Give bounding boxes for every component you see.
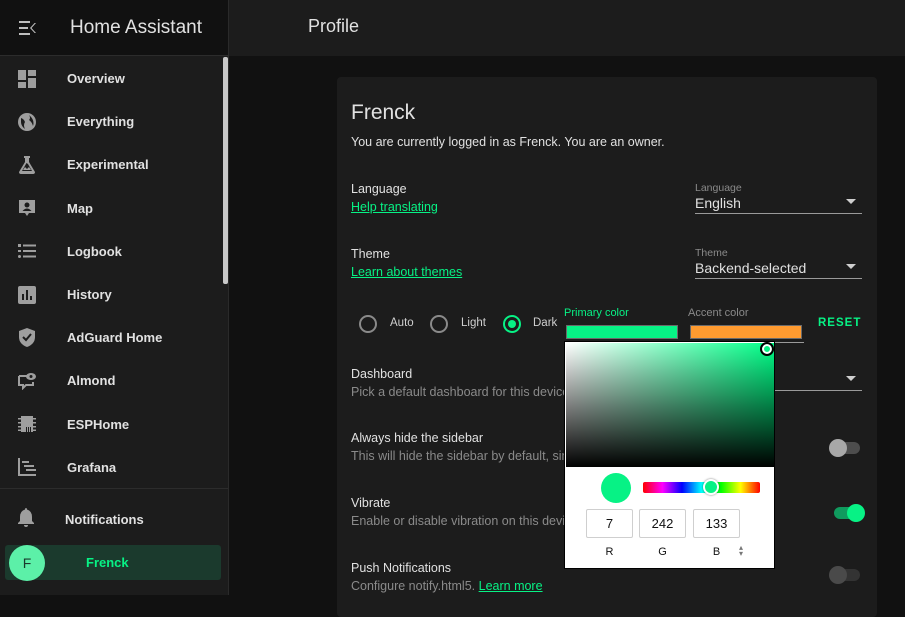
app-title: Home Assistant [70,16,202,38]
color-picker-popup: 7 242 133 R G B ▴ ▾ [564,341,775,569]
blue-input[interactable]: 133 [693,509,740,538]
language-select[interactable]: Language English [695,182,862,214]
color-mode-toggle-icon[interactable]: ▴ ▾ [739,544,743,558]
push-notifications-toggle[interactable] [829,566,863,584]
radio-auto[interactable] [359,315,377,333]
globe-icon [17,112,37,132]
primary-color-label: Primary color [564,307,629,319]
color-preview [601,473,631,503]
theme-select[interactable]: Theme Backend-selected [695,247,862,279]
map-account-icon [17,198,37,218]
sidebar-item-everything[interactable]: Everything [0,100,228,143]
hue-slider-handle[interactable] [703,479,719,495]
theme-select-value: Backend-selected [695,260,807,276]
sidebar-item-label: Map [67,200,93,216]
radio-light[interactable] [430,315,448,333]
sidebar-list: Overview Everything Experimental Map Log… [0,57,228,487]
dropdown-arrow-icon [846,264,856,269]
accent-color-swatch[interactable] [690,325,802,339]
radio-auto-label: Auto [390,317,414,329]
dashboard-icon [17,69,37,89]
sidebar-item-overview[interactable]: Overview [0,57,228,100]
page-title: Profile [308,16,360,36]
theme-label: Theme [351,247,390,261]
sidebar-item-label: Overview [67,71,125,87]
avatar: F [9,544,45,581]
sidebar-item-grafana[interactable]: Grafana [0,446,228,487]
primary-color-swatch[interactable] [566,325,678,339]
red-label: R [605,546,614,558]
shield-check-icon [17,328,37,348]
menu-open-icon [19,20,36,35]
chart-box-icon [17,285,37,305]
list-icon [17,241,37,261]
language-select-label: Language [695,182,742,194]
sidebar-item-experimental[interactable]: Experimental [0,143,228,186]
sidebar-scrollbar[interactable] [223,57,228,284]
push-notifications-desc: Configure notify.html5. Learn more [351,579,543,593]
dropdown-arrow-icon [846,199,856,204]
push-notifications-label: Push Notifications [351,561,452,575]
blue-label: B [712,546,721,558]
sidebar-item-notifications[interactable]: Notifications [0,498,228,541]
sidebar-user-name: Frenck [86,555,129,570]
green-label: G [658,546,667,558]
sidebar-item-label: AdGuard Home [67,330,163,346]
reset-theme-button[interactable]: RESET [818,317,861,329]
user-status-text: You are currently logged in as Frenck. Y… [351,135,665,149]
sidebar-header: Home Assistant [0,0,228,56]
sidebar-item-history[interactable]: History [0,273,228,316]
sidebar-item-label: History [67,287,112,303]
bell-icon [17,507,35,532]
top-app-bar: Profile [229,0,905,56]
green-input[interactable]: 242 [639,509,686,538]
sidebar: Home Assistant Overview Everything Exper… [0,0,229,595]
dashboard-label: Dashboard [351,367,413,381]
sidebar-item-label: Notifications [65,512,144,527]
sidebar-item-logbook[interactable]: Logbook [0,230,228,273]
message-eye-icon [17,371,37,391]
help-translating-link[interactable]: Help translating [351,200,438,214]
sidebar-item-esphome[interactable]: ESPHome [0,403,228,446]
push-notifications-desc-text: Configure notify.html5. [351,579,476,593]
sidebar-item-label: Logbook [67,243,122,259]
vibrate-toggle[interactable] [831,504,865,522]
user-name-heading: Frenck [351,101,416,124]
radio-dark-label: Dark [533,317,558,329]
learn-more-link[interactable]: Learn more [479,579,543,593]
flask-icon [17,155,37,175]
sidebar-item-label: Experimental [67,157,149,173]
hue-slider[interactable] [643,482,760,493]
chip-icon [17,414,37,434]
vibrate-label: Vibrate [351,496,391,510]
sidebar-item-label: Everything [67,114,135,130]
language-select-value: English [695,195,741,211]
sidebar-item-adguard[interactable]: AdGuard Home [0,316,228,359]
dashboard-desc: Pick a default dashboard for this device… [351,385,573,399]
sidebar-item-map[interactable]: Map [0,187,228,230]
saturation-area[interactable] [566,343,774,467]
red-input[interactable]: 7 [586,509,633,538]
sidebar-item-label: Almond [67,373,116,389]
sidebar-item-label: ESPHome [67,416,130,432]
sidebar-divider [0,488,228,489]
sidebar-item-almond[interactable]: Almond [0,359,228,402]
sidebar-item-label: Grafana [67,459,117,475]
learn-themes-link[interactable]: Learn about themes [351,265,462,279]
menu-toggle-button[interactable] [0,0,56,56]
hide-sidebar-toggle[interactable] [829,439,863,457]
accent-color-label: Accent color [688,307,749,319]
sidebar-item-profile[interactable]: F Frenck [5,544,221,581]
hide-sidebar-label: Always hide the sidebar [351,431,484,445]
radio-light-label: Light [461,317,486,329]
dropdown-arrow-icon [846,376,856,381]
gantt-icon [17,457,37,477]
language-label: Language [351,182,407,196]
theme-select-label: Theme [695,247,728,259]
saturation-handle[interactable] [760,342,774,356]
radio-dark[interactable] [503,315,521,333]
accent-color-underline [773,342,804,343]
